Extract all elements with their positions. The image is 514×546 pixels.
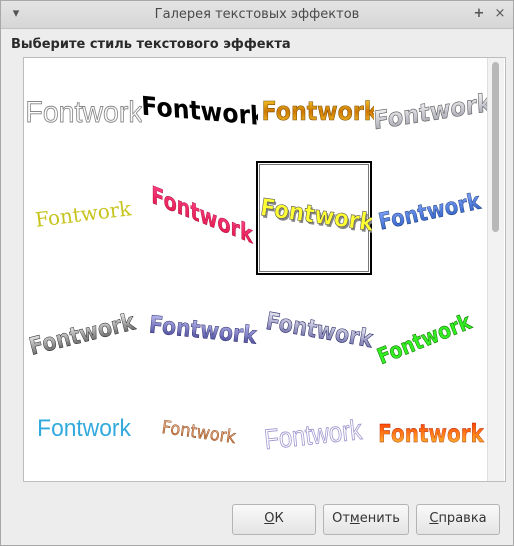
fontwork-style-4[interactable]: Fontwork — [371, 58, 487, 172]
fontwork-style-2[interactable]: Fontwork — [142, 58, 258, 172]
fontwork-style-13[interactable]: Fontwork — [26, 380, 142, 481]
fontwork-style-12[interactable]: Fontwork — [371, 276, 487, 390]
fontwork-style-5[interactable]: Fontwork — [26, 161, 142, 275]
fontwork-text: Fontwork — [148, 311, 258, 350]
fontwork-gallery-dialog: ▾ Галерея текстовых эффектов + × Выберит… — [0, 0, 514, 546]
fontwork-preview: Fontwork — [262, 413, 365, 456]
scrollbar-thumb[interactable] — [492, 62, 499, 232]
fontwork-style-10[interactable]: Fontwork — [142, 276, 258, 390]
fontwork-text: Fontwork — [373, 87, 487, 135]
fontwork-text: Fontwork — [151, 181, 253, 250]
fontwork-style-8[interactable]: Fontwork — [371, 161, 487, 275]
close-icon[interactable]: × — [491, 5, 509, 23]
cancel-mnemonic: м — [349, 511, 360, 526]
fontwork-preview: FontworkFontwork — [258, 194, 372, 240]
fontwork-preview: Fontwork — [151, 181, 254, 251]
fontwork-text: Fontwork — [26, 308, 138, 362]
fontwork-preview: Fontwork — [34, 196, 134, 232]
fontwork-preview: Fontwork — [372, 87, 487, 136]
fontwork-preview: Fontwork — [263, 307, 374, 354]
fontwork-preview: Fontwork — [37, 414, 131, 441]
gallery-scrollbar[interactable] — [487, 58, 504, 481]
fontwork-text: Fontwork — [160, 417, 237, 448]
gallery-caption: Выберите стиль текстового эффекта — [11, 37, 291, 52]
fontwork-style-9[interactable]: Fontwork — [26, 276, 142, 390]
fontwork-text: Fontwork — [376, 188, 483, 236]
fontwork-preview: Fontwork — [26, 96, 142, 130]
fontwork-style-3[interactable]: Fontwork — [258, 58, 374, 172]
fontwork-preview: Fontwork — [142, 91, 258, 132]
fontwork-text: Fontwork — [37, 414, 131, 441]
fontwork-text: Fontwork — [26, 96, 142, 129]
fontwork-text: Fontwork — [374, 308, 476, 369]
fontwork-preview: Fontwork — [26, 308, 139, 362]
fontwork-style-15[interactable]: Fontwork — [258, 380, 374, 481]
help-button[interactable]: Справка — [416, 504, 500, 535]
fontwork-style-1[interactable]: Fontwork — [26, 58, 142, 172]
fontwork-preview: Fontwork — [261, 96, 374, 127]
fontwork-text: Fontwork — [263, 413, 365, 455]
cancel-label-end: енить — [359, 511, 400, 526]
fontwork-style-16[interactable]: Fontwork — [371, 380, 487, 481]
fontwork-style-14[interactable]: Fontwork — [142, 380, 258, 481]
fontwork-text: Fontwork — [378, 420, 485, 449]
fontwork-preview: Fontwork — [160, 417, 237, 449]
fontwork-preview: Fontwork — [378, 420, 485, 449]
ok-button[interactable]: OК — [232, 504, 316, 535]
cancel-button[interactable]: Отменить — [323, 504, 409, 535]
help-label: правка — [438, 511, 487, 526]
fontwork-style-6[interactable]: Fontwork — [142, 161, 258, 275]
fontwork-text: Fontwork — [262, 96, 374, 126]
title-bar[interactable]: ▾ Галерея текстовых эффектов + × — [1, 1, 513, 29]
fontwork-gallery: Fontwork Fontwork Fontwork Fontwork Font… — [23, 57, 506, 482]
fontwork-text: Fontwork — [142, 91, 258, 132]
ok-label: К — [274, 511, 284, 526]
fontwork-preview: Fontwork — [376, 188, 484, 236]
window-title: Галерея текстовых эффектов — [154, 7, 360, 22]
fontwork-text: Fontwork — [264, 307, 374, 354]
fontwork-preview: Fontwork — [147, 311, 258, 351]
fontwork-style-7[interactable]: Fontwork Fontwork — [256, 161, 372, 275]
fontwork-style-11[interactable]: Fontwork — [258, 276, 374, 390]
pin-icon[interactable]: + — [470, 5, 488, 23]
cancel-label-start: От — [332, 511, 350, 526]
fontwork-text: Fontwork — [34, 196, 134, 232]
ok-mnemonic: O — [264, 511, 275, 526]
fontwork-preview: Fontwork — [373, 308, 476, 370]
